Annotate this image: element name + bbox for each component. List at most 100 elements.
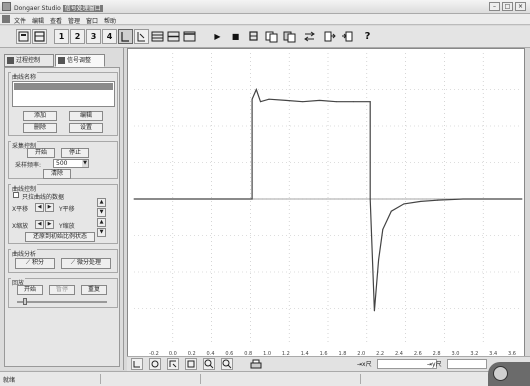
series-point bbox=[251, 98, 253, 100]
differentiate-label: 微分处理 bbox=[77, 259, 102, 266]
replay-slider-track[interactable] bbox=[17, 301, 107, 303]
menu-file[interactable]: 文件 bbox=[14, 16, 26, 25]
y-scale-down-button[interactable]: ▼ bbox=[97, 228, 106, 237]
menu-edit[interactable]: 编辑 bbox=[32, 16, 44, 25]
stop-sampling-button[interactable]: 停止 bbox=[61, 148, 89, 158]
menu-manage[interactable]: 管理 bbox=[68, 16, 80, 25]
differentiate-button[interactable]: ⟋ 微分处理 bbox=[61, 258, 111, 269]
series-point bbox=[302, 101, 304, 103]
tab-signal-icon bbox=[58, 57, 65, 64]
toolbar-button-1[interactable]: 1 bbox=[54, 29, 69, 44]
x-scale-up-button[interactable]: ▶ bbox=[45, 220, 54, 229]
data-only-label: 只拉曲线的数据 bbox=[22, 194, 65, 201]
menu-help[interactable]: 帮助 bbox=[104, 16, 116, 25]
add-curve-button[interactable]: 添加 bbox=[23, 111, 57, 121]
import-icon[interactable] bbox=[340, 29, 355, 44]
open-icon[interactable] bbox=[16, 29, 31, 44]
integrate-button[interactable]: ⟋ 积分 bbox=[15, 258, 55, 269]
corner-clock bbox=[488, 362, 530, 386]
select-icon[interactable] bbox=[118, 29, 133, 44]
status-divider bbox=[360, 374, 361, 384]
save-icon[interactable] bbox=[32, 29, 47, 44]
replay-slider-thumb[interactable] bbox=[23, 298, 27, 305]
tab-signal-adjust[interactable]: 信号调整 bbox=[55, 54, 105, 67]
record-icon[interactable] bbox=[246, 29, 261, 44]
replay-repeat-button[interactable]: 重复 bbox=[81, 285, 107, 295]
integrate-label: 积分 bbox=[32, 259, 45, 266]
paste-icon[interactable] bbox=[282, 29, 297, 44]
stop-icon[interactable]: ■ bbox=[228, 29, 243, 44]
tab-process-control[interactable]: 过程控制 bbox=[4, 54, 54, 67]
series-point bbox=[319, 99, 321, 101]
menu-view[interactable]: 查看 bbox=[50, 16, 62, 25]
replay-pause-button[interactable]: 暂停 bbox=[49, 285, 75, 295]
ruler-y-field[interactable] bbox=[447, 359, 487, 369]
sample-rate-select[interactable]: 500 ▼ bbox=[53, 159, 89, 168]
ruler-x-label: ⇥x尺 bbox=[357, 359, 372, 368]
toolbar-button-2[interactable]: 2 bbox=[70, 29, 85, 44]
x-scale-down-button[interactable]: ◀ bbox=[35, 220, 44, 229]
series-point bbox=[260, 101, 262, 103]
print-icon[interactable] bbox=[249, 358, 262, 370]
zoom-x-icon[interactable] bbox=[203, 358, 215, 370]
series-point bbox=[462, 198, 464, 200]
curve-settings-button[interactable]: 设置 bbox=[69, 123, 103, 133]
series-point bbox=[382, 228, 384, 230]
menu-window[interactable]: 窗口 bbox=[86, 16, 98, 25]
curve-group-title: 曲线名称 bbox=[11, 72, 38, 81]
split-v-icon[interactable] bbox=[182, 29, 197, 44]
delete-curve-button[interactable]: 删除 bbox=[23, 123, 57, 133]
tab-panel: 曲线名称 添加 编辑 删除 设置 采集控制 开始 停止 采样频率: 500 ▼ … bbox=[4, 67, 120, 367]
copy-icon[interactable] bbox=[264, 29, 279, 44]
y-pan-up-button[interactable]: ▲ bbox=[97, 198, 106, 207]
y-scale-up-button[interactable]: ▲ bbox=[97, 218, 106, 227]
zoom-y-icon[interactable] bbox=[221, 358, 233, 370]
minimize-button[interactable]: – bbox=[489, 2, 500, 11]
export-icon[interactable] bbox=[322, 29, 337, 44]
replay-start-button[interactable]: 开始 bbox=[17, 285, 43, 295]
series-point bbox=[369, 101, 371, 103]
clear-button[interactable]: 清除 bbox=[43, 169, 71, 179]
split-h-icon[interactable] bbox=[166, 29, 181, 44]
fit-icon[interactable] bbox=[185, 358, 197, 370]
integrate-icon: ⟋ bbox=[25, 259, 31, 266]
curve-analysis-group: 曲线分析 ⟋ 积分 ⟋ 微分处理 bbox=[8, 249, 118, 273]
series-point bbox=[251, 198, 253, 200]
y-pan-down-button[interactable]: ▼ bbox=[97, 208, 106, 217]
status-text: 就绪 bbox=[3, 377, 16, 384]
series-point bbox=[133, 198, 135, 200]
swap-icon[interactable] bbox=[302, 29, 317, 44]
series-point bbox=[437, 199, 439, 201]
curve-listbox[interactable] bbox=[12, 81, 115, 107]
restore-scale-button[interactable]: 还原到初始比例状态 bbox=[25, 232, 95, 242]
control-sidebar: 过程控制 信号调整 曲线名称 添加 编辑 删除 设置 采集控制 开始 停止 采样… bbox=[0, 48, 124, 370]
x-pan-right-button[interactable]: ▶ bbox=[45, 203, 54, 212]
cursor-icon[interactable] bbox=[134, 29, 149, 44]
curve-list-selected-item[interactable] bbox=[14, 83, 113, 90]
help-icon[interactable]: ? bbox=[360, 29, 375, 44]
series-point bbox=[268, 98, 270, 100]
ruler-y-label: ⇥y尺 bbox=[427, 359, 442, 368]
curve-name-group: 曲线名称 添加 编辑 删除 设置 bbox=[8, 72, 118, 136]
zoom-out-icon[interactable] bbox=[149, 358, 161, 370]
x-pan-left-button[interactable]: ◀ bbox=[35, 203, 44, 212]
layout-icon[interactable] bbox=[150, 29, 165, 44]
window-title-highlight: 信号处理窗口 bbox=[62, 5, 103, 12]
title-bar: Dongaer Studio 信号处理窗口 – □ × bbox=[0, 0, 530, 14]
document-icon bbox=[2, 15, 10, 23]
pan-icon[interactable] bbox=[167, 358, 179, 370]
maximize-button[interactable]: □ bbox=[502, 2, 513, 11]
start-sampling-button[interactable]: 开始 bbox=[27, 148, 55, 158]
zoom-in-icon[interactable] bbox=[131, 358, 143, 370]
edit-curve-button[interactable]: 编辑 bbox=[69, 111, 103, 121]
close-button[interactable]: × bbox=[515, 2, 526, 11]
status-bar: 就绪 bbox=[0, 371, 530, 386]
toolbar-button-3[interactable]: 3 bbox=[86, 29, 101, 44]
series-point bbox=[285, 99, 287, 101]
tab-process-icon bbox=[7, 57, 14, 64]
waveform-plot[interactable]: -0.2 0.0 0.2 0.4 0.6 0.8 1.0 1.2 1.4 1.6 1.8 2.0 2.2… bbox=[127, 48, 525, 358]
play-icon[interactable]: ▶ bbox=[210, 29, 225, 44]
toolbar-button-4[interactable]: 4 bbox=[102, 29, 117, 44]
data-only-checkbox[interactable] bbox=[13, 192, 19, 198]
chevron-down-icon: ▼ bbox=[82, 160, 88, 167]
